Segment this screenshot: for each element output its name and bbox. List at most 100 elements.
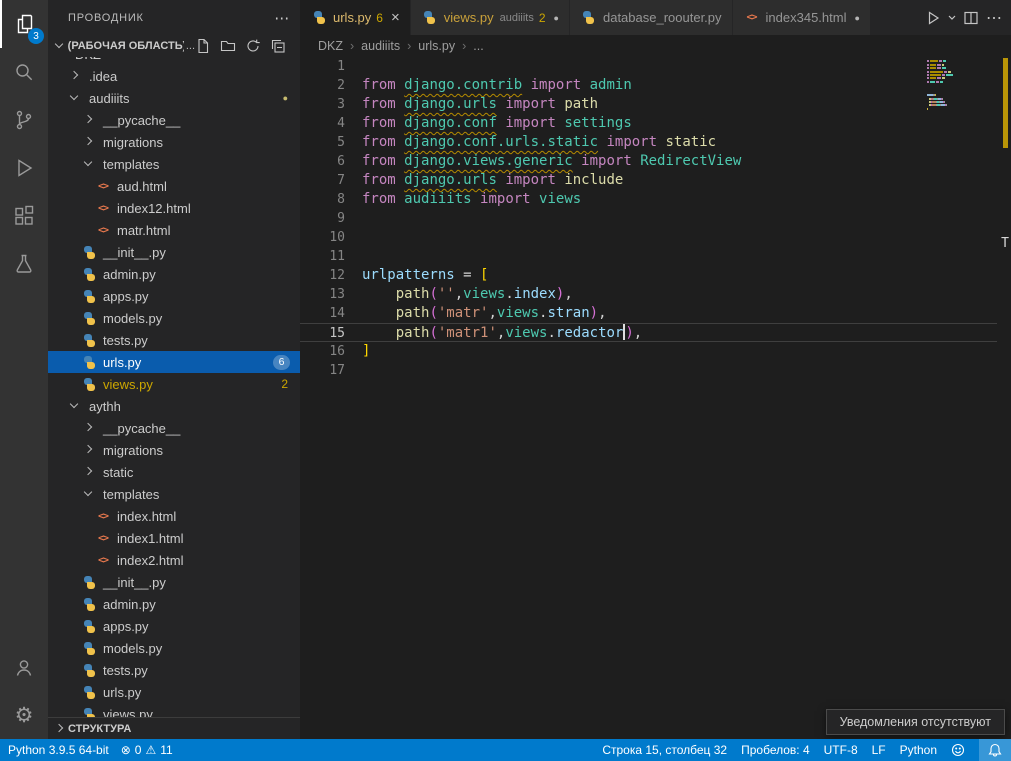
feedback-button[interactable] — [951, 743, 965, 757]
tree-item[interactable]: templates — [48, 153, 300, 175]
activity-extensions[interactable] — [0, 192, 48, 240]
tab-views.py[interactable]: views.pyaudiiits2● — [411, 0, 569, 35]
tree-item[interactable]: templates — [48, 483, 300, 505]
tree-item[interactable]: apps.py — [48, 615, 300, 637]
workspace-header[interactable]: (РАБОЧАЯ ОБЛАСТЬ) ... — [48, 35, 300, 57]
problems-indicator[interactable]: ⊗ 0 ⚠ 11 — [121, 743, 173, 757]
minimap[interactable] — [927, 57, 997, 115]
python-file-icon — [80, 620, 98, 633]
token: redactor — [556, 325, 623, 341]
refresh-icon[interactable] — [245, 38, 261, 54]
token: [ — [480, 267, 488, 283]
tree-item[interactable]: <>index12.html — [48, 197, 300, 219]
tree-item-label: templates — [103, 487, 159, 502]
activity-explorer[interactable]: 3 — [0, 0, 48, 48]
tree-item[interactable]: models.py — [48, 307, 300, 329]
tree-item[interactable]: audiiits● — [48, 87, 300, 109]
tree-item[interactable]: static — [48, 461, 300, 483]
close-icon[interactable]: × — [391, 10, 400, 25]
breadcrumb-separator: › — [407, 39, 411, 53]
tab-urls.py[interactable]: urls.py6× — [300, 0, 410, 35]
tree-item[interactable]: DKZ — [48, 57, 300, 65]
tree-item[interactable]: urls.py — [48, 681, 300, 703]
error-icon: ⊗ — [121, 743, 131, 757]
more-actions-icon[interactable]: ⋯ — [986, 8, 1003, 28]
encoding[interactable]: UTF-8 — [824, 743, 858, 757]
tree-item[interactable]: __pycache__ — [48, 109, 300, 131]
tree-item[interactable]: <>index1.html — [48, 527, 300, 549]
new-file-icon[interactable] — [195, 38, 211, 54]
tab-index345.html[interactable]: <>index345.html● — [733, 0, 870, 35]
tab-database_roouter.py[interactable]: database_roouter.py — [570, 0, 732, 35]
breadcrumb-item[interactable]: ... — [473, 39, 483, 53]
tree-item[interactable]: models.py — [48, 637, 300, 659]
tree-item[interactable]: views.py2 — [48, 373, 300, 395]
tree-item-label: views.py — [103, 707, 153, 718]
line-number: 15 — [300, 324, 362, 341]
token: import — [581, 153, 632, 169]
gear-icon: ⚙ — [15, 705, 34, 726]
tree-item[interactable]: admin.py — [48, 593, 300, 615]
token: from — [362, 191, 396, 207]
python-file-icon — [80, 312, 98, 325]
activity-source-control[interactable] — [0, 96, 48, 144]
language-mode[interactable]: Python — [900, 743, 937, 757]
activity-account[interactable] — [0, 643, 48, 691]
code-content — [362, 361, 997, 380]
python-interpreter[interactable]: Python 3.9.5 64-bit — [8, 743, 109, 757]
tree-item[interactable]: tests.py — [48, 329, 300, 351]
tree-item[interactable]: .idea — [48, 65, 300, 87]
tree-item[interactable]: <>index.html — [48, 505, 300, 527]
workspace-label: (РАБОЧАЯ ОБЛАСТЬ) — [68, 40, 184, 52]
tree-item[interactable]: tests.py — [48, 659, 300, 681]
activity-run-debug[interactable] — [0, 144, 48, 192]
tree-item[interactable]: <>index2.html — [48, 549, 300, 571]
code-line: 11 — [300, 247, 997, 266]
editor-group: urls.py6×views.pyaudiiits2●database_roou… — [300, 0, 1011, 739]
token: import — [505, 96, 556, 112]
eol-sequence[interactable]: LF — [872, 743, 886, 757]
run-file-icon[interactable] — [925, 10, 941, 26]
tree-item[interactable]: admin.py — [48, 263, 300, 285]
html-file-icon: <> — [94, 203, 112, 214]
breadcrumb-item[interactable]: audiiits — [361, 39, 400, 53]
breadcrumb-item[interactable]: DKZ — [318, 39, 343, 53]
tree-item[interactable]: __init__.py — [48, 571, 300, 593]
token: import — [606, 134, 657, 150]
breadcrumb-item[interactable]: urls.py — [418, 39, 455, 53]
tree-item[interactable]: migrations — [48, 439, 300, 461]
tree-item[interactable]: <>matr.html — [48, 219, 300, 241]
line-number: 4 — [300, 114, 362, 133]
tree-item-label: apps.py — [103, 619, 149, 634]
token: , — [455, 286, 463, 302]
tree-item[interactable]: __init__.py — [48, 241, 300, 263]
tree-item[interactable]: <>aud.html — [48, 175, 300, 197]
indentation[interactable]: Пробелов: 4 — [741, 743, 810, 757]
notifications-button[interactable] — [979, 739, 1011, 761]
activity-settings[interactable]: ⚙ — [0, 691, 48, 739]
token: , — [634, 325, 642, 341]
code-line: 12urlpatterns = [ — [300, 266, 997, 285]
activity-testing[interactable] — [0, 240, 48, 288]
run-dropdown-chevron-icon[interactable] — [948, 15, 956, 21]
new-folder-icon[interactable] — [220, 38, 236, 54]
python-file-icon — [80, 378, 98, 391]
token: urlpatterns — [362, 267, 455, 283]
cursor-position[interactable]: Строка 15, столбец 32 — [602, 743, 727, 757]
sidebar-more-actions-icon[interactable]: ⋯ — [274, 9, 290, 27]
line-number: 13 — [300, 285, 362, 304]
collapse-all-icon[interactable] — [270, 38, 286, 54]
tree-item[interactable]: aythh — [48, 395, 300, 417]
tree-item[interactable]: views.py — [48, 703, 300, 717]
activity-search[interactable] — [0, 48, 48, 96]
split-editor-icon[interactable] — [963, 10, 979, 26]
code-area[interactable]: 12from django.contrib import admin3from … — [300, 57, 997, 739]
notification-toast[interactable]: Уведомления отсутствуют — [826, 709, 1005, 735]
tree-item[interactable]: urls.py6 — [48, 351, 300, 373]
tree-item[interactable]: apps.py — [48, 285, 300, 307]
tree-item[interactable]: __pycache__ — [48, 417, 300, 439]
tree-item[interactable]: migrations — [48, 131, 300, 153]
chevron-down-icon — [66, 398, 84, 414]
outline-section-header[interactable]: СТРУКТУРА — [48, 717, 300, 739]
token: from — [362, 134, 396, 150]
